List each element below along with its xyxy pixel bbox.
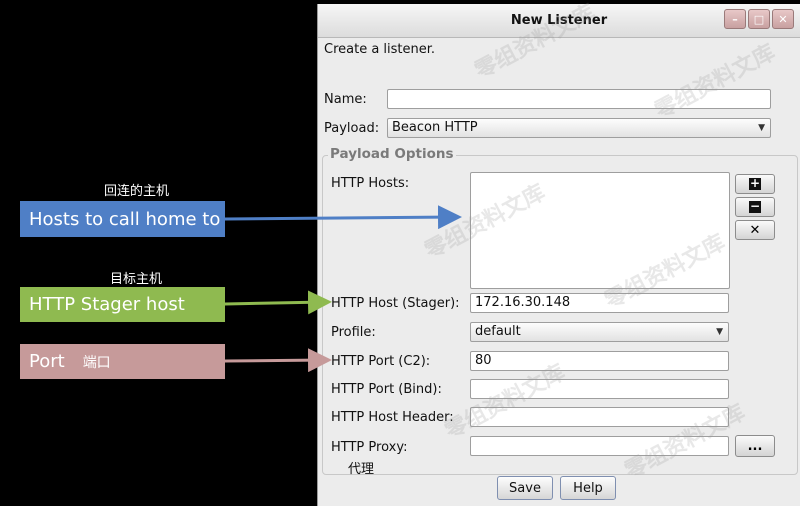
arrow-hosts [224,205,462,230]
arrow-stager [224,290,332,315]
arrow-port [224,348,332,373]
annotation-arrows [224,205,462,373]
